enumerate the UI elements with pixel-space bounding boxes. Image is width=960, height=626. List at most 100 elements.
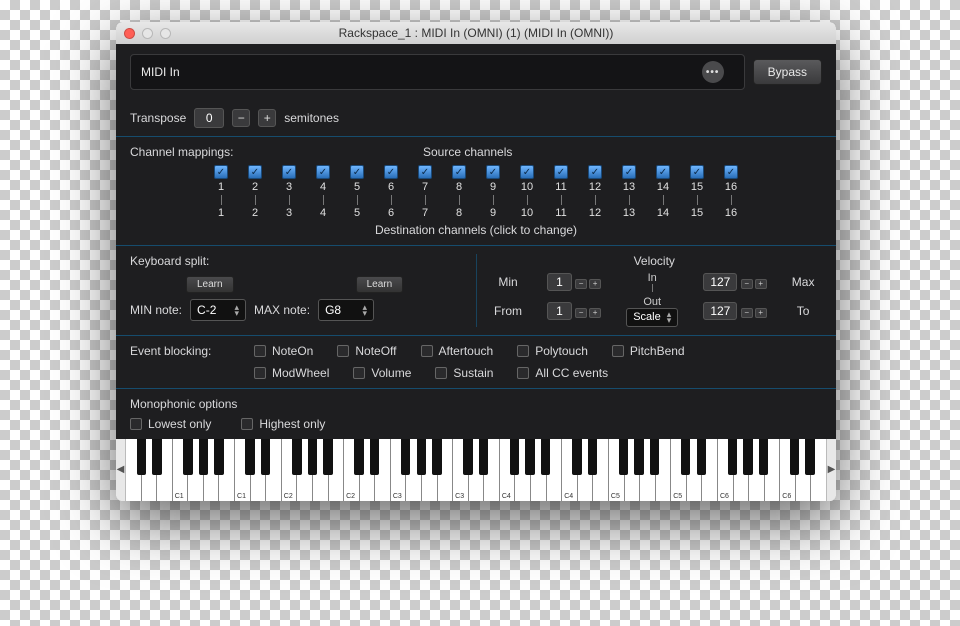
channel-checkbox-4[interactable] [316,165,330,179]
max-note-select[interactable]: G8 ▴▾ [318,299,374,321]
channel-dst-10[interactable]: 10 [521,207,533,219]
white-key[interactable] [469,439,485,501]
white-key[interactable] [547,439,563,501]
channel-dst-2[interactable]: 2 [252,207,258,219]
channel-dst-4[interactable]: 4 [320,207,326,219]
white-key[interactable]: C3 [391,439,407,501]
channel-checkbox-7[interactable] [418,165,432,179]
white-key[interactable]: C1 [173,439,189,501]
minimize-button[interactable] [142,28,153,39]
channel-dst-1[interactable]: 1 [218,207,224,219]
channel-dst-6[interactable]: 6 [388,207,394,219]
white-key[interactable] [765,439,781,501]
white-key[interactable]: C2 [282,439,298,501]
channel-dst-16[interactable]: 16 [725,207,737,219]
white-key[interactable] [422,439,438,501]
white-key[interactable] [749,439,765,501]
white-key[interactable] [188,439,204,501]
bypass-button[interactable]: Bypass [753,59,822,85]
channel-checkbox-15[interactable] [690,165,704,179]
velocity-in-max-minus[interactable]: − [741,279,753,289]
white-key[interactable] [656,439,672,501]
white-key[interactable]: C4 [562,439,578,501]
velocity-out-from-plus[interactable]: + [589,308,601,318]
white-key[interactable] [811,439,826,501]
transpose-value[interactable]: 0 [194,108,224,128]
white-key[interactable]: C2 [344,439,360,501]
white-key[interactable] [251,439,267,501]
white-key[interactable]: C1 [235,439,251,501]
channel-dst-3[interactable]: 3 [286,207,292,219]
white-key[interactable] [157,439,173,501]
piano-keys[interactable]: C1 C1 C2 C2 C3 C3 C4 C4 C5 C5 C6 C6 [126,439,826,501]
keyboard-scroll-left[interactable]: ◀ [116,439,126,501]
velocity-in-min-minus[interactable]: − [575,279,587,289]
event-polytouch-checkbox[interactable]: Polytouch [517,344,588,358]
channel-checkbox-1[interactable] [214,165,228,179]
transpose-plus-button[interactable]: + [258,109,276,127]
channel-checkbox-16[interactable] [724,165,738,179]
event-sustain-checkbox[interactable]: Sustain [435,366,493,380]
event-all-cc-events-checkbox[interactable]: All CC events [517,366,608,380]
white-key[interactable] [578,439,594,501]
white-key[interactable] [375,439,391,501]
white-key[interactable]: C3 [453,439,469,501]
white-key[interactable] [219,439,235,501]
white-key[interactable] [313,439,329,501]
white-key[interactable] [126,439,142,501]
channel-checkbox-11[interactable] [554,165,568,179]
white-key[interactable] [531,439,547,501]
white-key[interactable]: C6 [718,439,734,501]
channel-dst-14[interactable]: 14 [657,207,669,219]
channel-checkbox-14[interactable] [656,165,670,179]
min-note-select[interactable]: C-2 ▴▾ [190,299,246,321]
white-key[interactable] [640,439,656,501]
velocity-out-from[interactable]: 1 [547,302,572,320]
white-key[interactable] [438,439,454,501]
channel-dst-7[interactable]: 7 [422,207,428,219]
channel-dst-12[interactable]: 12 [589,207,601,219]
channel-dst-9[interactable]: 9 [490,207,496,219]
white-key[interactable] [593,439,609,501]
channel-dst-11[interactable]: 11 [555,207,566,219]
event-volume-checkbox[interactable]: Volume [353,366,411,380]
velocity-out-to-minus[interactable]: − [741,308,753,318]
channel-checkbox-9[interactable] [486,165,500,179]
transpose-minus-button[interactable]: − [232,109,250,127]
lowest-only-checkbox[interactable]: Lowest only [130,417,211,431]
white-key[interactable] [796,439,812,501]
maximize-button[interactable] [160,28,171,39]
channel-dst-8[interactable]: 8 [456,207,462,219]
event-pitchbend-checkbox[interactable]: PitchBend [612,344,685,358]
channel-dst-15[interactable]: 15 [691,207,703,219]
channel-dst-5[interactable]: 5 [354,207,360,219]
velocity-in-min-plus[interactable]: + [589,279,601,289]
velocity-scale-select[interactable]: Scale ▴▾ [626,308,678,327]
channel-checkbox-12[interactable] [588,165,602,179]
velocity-out-from-minus[interactable]: − [575,308,587,318]
white-key[interactable] [734,439,750,501]
channel-dst-13[interactable]: 13 [623,207,635,219]
event-noteon-checkbox[interactable]: NoteOn [254,344,313,358]
white-key[interactable] [297,439,313,501]
white-key[interactable]: C6 [780,439,796,501]
channel-checkbox-3[interactable] [282,165,296,179]
white-key[interactable] [625,439,641,501]
learn-min-button[interactable]: Learn [186,276,234,293]
white-key[interactable] [266,439,282,501]
channel-checkbox-8[interactable] [452,165,466,179]
channel-checkbox-10[interactable] [520,165,534,179]
white-key[interactable]: C5 [671,439,687,501]
close-button[interactable] [124,28,135,39]
white-key[interactable] [204,439,220,501]
channel-checkbox-2[interactable] [248,165,262,179]
velocity-out-to[interactable]: 127 [703,302,737,320]
velocity-in-min[interactable]: 1 [547,273,572,291]
white-key[interactable]: C5 [609,439,625,501]
white-key[interactable] [702,439,718,501]
event-aftertouch-checkbox[interactable]: Aftertouch [421,344,494,358]
white-key[interactable] [142,439,158,501]
white-key[interactable]: C4 [500,439,516,501]
white-key[interactable] [687,439,703,501]
white-key[interactable] [406,439,422,501]
